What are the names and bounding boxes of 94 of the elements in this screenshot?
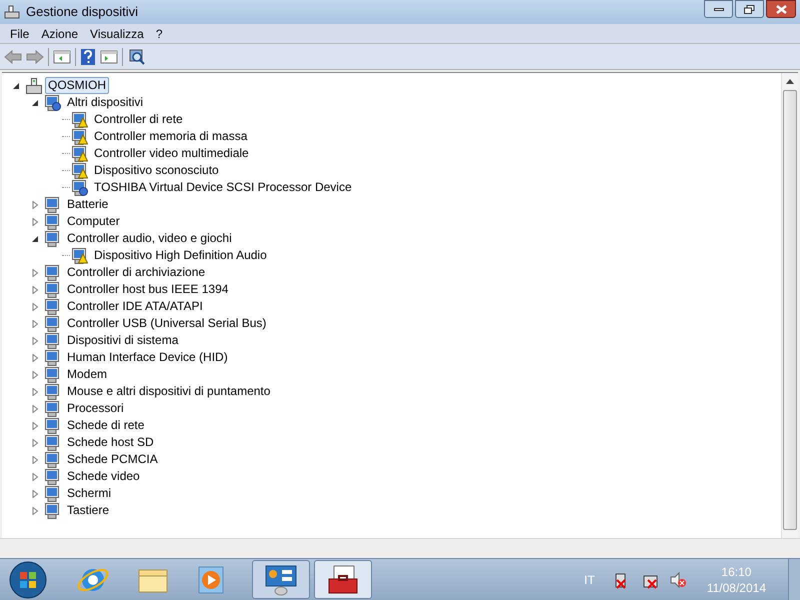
device-icon xyxy=(45,332,61,348)
tree-item[interactable]: Modem xyxy=(64,366,110,383)
collapsed-arrow-icon[interactable] xyxy=(31,404,39,412)
computer-icon xyxy=(26,78,42,94)
device-icon xyxy=(45,196,61,212)
tree-item[interactable]: TOSHIBA Virtual Device SCSI Processor Device xyxy=(91,179,355,196)
tree-item[interactable]: Controller di archiviazione xyxy=(64,264,208,281)
menu-item[interactable]: Visualizza xyxy=(84,24,150,42)
computer-icon xyxy=(4,4,20,20)
tree-item[interactable]: Schede PCMCIA xyxy=(64,451,161,468)
tree-item[interactable]: Controller IDE ATA/ATAPI xyxy=(64,298,206,315)
device-icon xyxy=(45,418,61,434)
back-arrow-icon[interactable] xyxy=(4,48,22,64)
device-icon xyxy=(45,384,61,400)
device-icon xyxy=(45,468,61,484)
show-desktop-button[interactable] xyxy=(788,559,800,600)
collapsed-arrow-icon[interactable] xyxy=(31,200,39,208)
tree-item[interactable]: Controller video multimediale xyxy=(91,145,252,162)
collapsed-arrow-icon[interactable] xyxy=(31,490,39,498)
expanded-arrow-icon[interactable] xyxy=(31,234,39,242)
speaker-muted-icon[interactable] xyxy=(668,570,687,588)
control-panel-taskbar-button[interactable] xyxy=(252,560,310,599)
tree-item[interactable]: Controller audio, video e giochi xyxy=(64,230,235,247)
tree-item[interactable]: Dispositivo High Definition Audio xyxy=(91,247,270,264)
tree-item[interactable]: Tastiere xyxy=(64,502,112,519)
menu-item[interactable]: ? xyxy=(150,24,169,42)
collapsed-arrow-icon[interactable] xyxy=(31,320,39,328)
device-icon xyxy=(45,264,61,280)
device-icon xyxy=(45,214,61,230)
device-icon xyxy=(45,434,61,450)
collapsed-arrow-icon[interactable] xyxy=(31,286,39,294)
control-panel-icon xyxy=(264,564,298,596)
tree-item[interactable]: Controller host bus IEEE 1394 xyxy=(64,281,232,298)
scroll-up-arrow-icon[interactable] xyxy=(786,79,794,84)
tree-item[interactable]: Schede host SD xyxy=(64,434,157,451)
collapsed-arrow-icon[interactable] xyxy=(31,370,39,378)
tree-item[interactable]: Dispositivi di sistema xyxy=(64,332,182,349)
close-button[interactable] xyxy=(766,0,796,18)
device-icon xyxy=(45,282,61,298)
restore-button[interactable] xyxy=(735,0,764,18)
vertical-scrollbar[interactable] xyxy=(781,73,798,538)
collapsed-arrow-icon[interactable] xyxy=(31,456,39,464)
minimize-button[interactable] xyxy=(704,0,733,18)
restore-icon xyxy=(744,4,755,14)
warning-device-icon xyxy=(72,146,88,162)
forward-arrow-icon[interactable] xyxy=(26,48,44,64)
device-icon xyxy=(45,230,61,246)
close-icon xyxy=(776,4,786,14)
warning-device-icon xyxy=(72,162,88,178)
scrollbar-thumb[interactable] xyxy=(783,90,797,530)
tree-item[interactable]: Schede di rete xyxy=(64,417,148,434)
collapsed-arrow-icon[interactable] xyxy=(31,218,39,226)
menu-item[interactable]: File xyxy=(4,24,36,42)
device-icon xyxy=(45,316,61,332)
tree-item[interactable]: Dispositivo sconosciuto xyxy=(91,162,222,179)
collapsed-arrow-icon[interactable] xyxy=(31,438,39,446)
device-icon xyxy=(45,366,61,382)
toolbox-icon xyxy=(326,564,360,596)
collapsed-arrow-icon[interactable] xyxy=(31,302,39,310)
device-icon xyxy=(45,298,61,314)
tree-item[interactable]: Controller USB (Universal Serial Bus) xyxy=(64,315,270,332)
tree-item[interactable]: Computer xyxy=(64,213,123,230)
expanded-arrow-icon[interactable] xyxy=(31,98,39,106)
window-title: Gestione dispositivi xyxy=(26,3,138,22)
tree-item[interactable]: Schermi xyxy=(64,485,114,502)
tree-item[interactable]: Controller memoria di massa xyxy=(91,128,250,145)
collapsed-arrow-icon[interactable] xyxy=(31,472,39,480)
device-icon xyxy=(45,486,61,502)
tree-item[interactable]: QOSMIOH xyxy=(45,77,110,94)
device-manager-taskbar-button[interactable] xyxy=(314,560,372,599)
warning-device-icon xyxy=(72,248,88,264)
collapsed-arrow-icon[interactable] xyxy=(31,422,39,430)
warning-device-icon xyxy=(72,112,88,128)
tree-item[interactable]: Mouse e altri dispositivi di puntamento xyxy=(64,383,274,400)
warning-device-icon xyxy=(72,128,88,144)
menu-item[interactable]: Azione xyxy=(35,24,84,42)
tree-item[interactable]: Altri dispositivi xyxy=(64,94,146,111)
device-icon xyxy=(45,350,61,366)
collapsed-arrow-icon[interactable] xyxy=(31,388,39,396)
device-icon xyxy=(45,452,61,468)
collapsed-arrow-icon[interactable] xyxy=(31,268,39,276)
tree-item[interactable]: Processori xyxy=(64,400,127,417)
tree-item[interactable]: Batterie xyxy=(64,196,112,213)
collapsed-arrow-icon[interactable] xyxy=(31,506,39,514)
help-icon[interactable] xyxy=(80,48,96,66)
expanded-arrow-icon[interactable] xyxy=(12,82,20,90)
tree-item[interactable]: Controller di rete xyxy=(91,111,186,128)
device-icon xyxy=(45,502,61,518)
collapsed-arrow-icon[interactable] xyxy=(31,336,39,344)
tree-item[interactable]: Human Interface Device (HID) xyxy=(64,349,231,366)
collapsed-arrow-icon[interactable] xyxy=(31,354,39,362)
start-orb-icon[interactable] xyxy=(8,560,48,600)
device-icon xyxy=(45,400,61,416)
tree-item[interactable]: Schede video xyxy=(64,468,143,485)
